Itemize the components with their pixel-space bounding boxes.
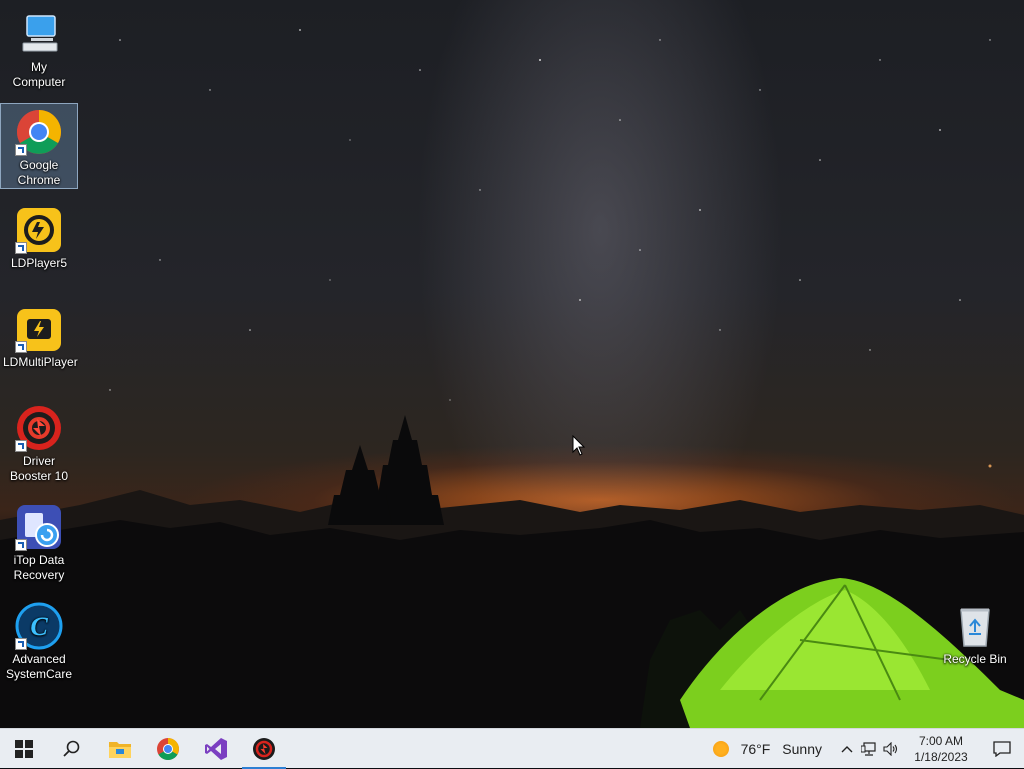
file-explorer-icon <box>109 741 131 758</box>
weather-condition: Sunny <box>782 741 822 757</box>
computer-icon <box>15 10 63 58</box>
driver-booster-icon <box>253 737 275 760</box>
taskbar: 76°F Sunny 7:00 AM 1/18/2023 <box>0 728 1024 769</box>
chrome-icon <box>15 108 63 156</box>
desktop-icon-ldplayer5[interactable]: LDPlayer5 <box>1 202 77 271</box>
shortcut-arrow-icon <box>15 144 27 156</box>
desktop-icon-my-computer[interactable]: My Computer <box>1 6 77 90</box>
show-hidden-icons-button[interactable] <box>836 729 858 769</box>
taskbar-clock[interactable]: 7:00 AM 1/18/2023 <box>902 733 980 765</box>
taskbar-chrome[interactable] <box>144 729 192 769</box>
mouse-cursor-icon <box>572 434 586 462</box>
chrome-icon <box>157 737 179 760</box>
desktop-icon-label: Advanced SystemCare <box>5 652 73 681</box>
taskbar-driver-booster[interactable] <box>240 729 288 769</box>
ldmultiplayer-icon <box>15 305 63 353</box>
visual-studio-icon <box>205 737 227 760</box>
itop-data-recovery-icon <box>15 503 63 551</box>
taskbar-visual-studio[interactable] <box>192 729 240 769</box>
ldplayer-icon <box>15 206 63 254</box>
advanced-systemcare-icon: C <box>15 602 63 650</box>
clock-date: 1/18/2023 <box>914 750 968 764</box>
search-button[interactable] <box>48 729 96 769</box>
speaker-icon <box>883 742 898 756</box>
desktop-icon-recycle-bin[interactable]: Recycle Bin <box>937 598 1013 667</box>
desktop-icon-label: My Computer <box>12 60 66 89</box>
desktop-icon-ldmultiplayer[interactable]: LDMultiPlayer <box>1 301 78 370</box>
recycle-bin-icon <box>951 602 999 650</box>
shortcut-arrow-icon <box>15 440 27 452</box>
desktop-icon-itop-data-recovery[interactable]: iTop Data Recovery <box>1 499 77 583</box>
network-icon <box>861 742 876 756</box>
desktop-icon-label: Driver Booster 10 <box>9 454 69 483</box>
start-button[interactable] <box>0 729 48 769</box>
volume-button[interactable] <box>880 729 902 769</box>
desktop-wallpaper <box>0 0 1024 728</box>
notification-icon <box>993 741 1011 757</box>
desktop-icon-label: LDMultiPlayer <box>3 355 78 369</box>
shortcut-arrow-icon <box>15 341 27 353</box>
windows-logo-icon <box>15 739 33 758</box>
sun-icon <box>712 741 729 757</box>
desktop-icon-label: Google Chrome <box>17 158 61 187</box>
desktop-icon-label: LDPlayer5 <box>10 256 68 270</box>
clock-time: 7:00 AM <box>918 734 964 748</box>
desktop-icon-driver-booster[interactable]: Driver Booster 10 <box>1 400 77 484</box>
search-icon <box>63 740 80 757</box>
shortcut-arrow-icon <box>15 638 27 650</box>
system-tray: 76°F Sunny 7:00 AM 1/18/2023 <box>712 729 1024 769</box>
weather-temperature: 76°F <box>740 741 771 757</box>
desktop-icon-google-chrome[interactable]: Google Chrome <box>0 103 78 189</box>
desktop-icon-advanced-systemcare[interactable]: C Advanced SystemCare <box>1 598 77 682</box>
taskbar-file-explorer[interactable] <box>96 729 144 769</box>
desktop-icon-label: iTop Data Recovery <box>13 553 65 582</box>
svg-text:C: C <box>30 612 48 641</box>
shortcut-arrow-icon <box>15 242 27 254</box>
action-center-button[interactable] <box>980 729 1024 769</box>
network-button[interactable] <box>858 729 880 769</box>
wallpaper-scene <box>0 29 1024 728</box>
weather-widget[interactable]: 76°F Sunny <box>712 741 822 757</box>
driver-booster-icon <box>15 404 63 452</box>
shortcut-arrow-icon <box>15 539 27 551</box>
desktop-icon-label: Recycle Bin <box>943 652 1007 666</box>
chevron-up-icon <box>841 746 853 753</box>
